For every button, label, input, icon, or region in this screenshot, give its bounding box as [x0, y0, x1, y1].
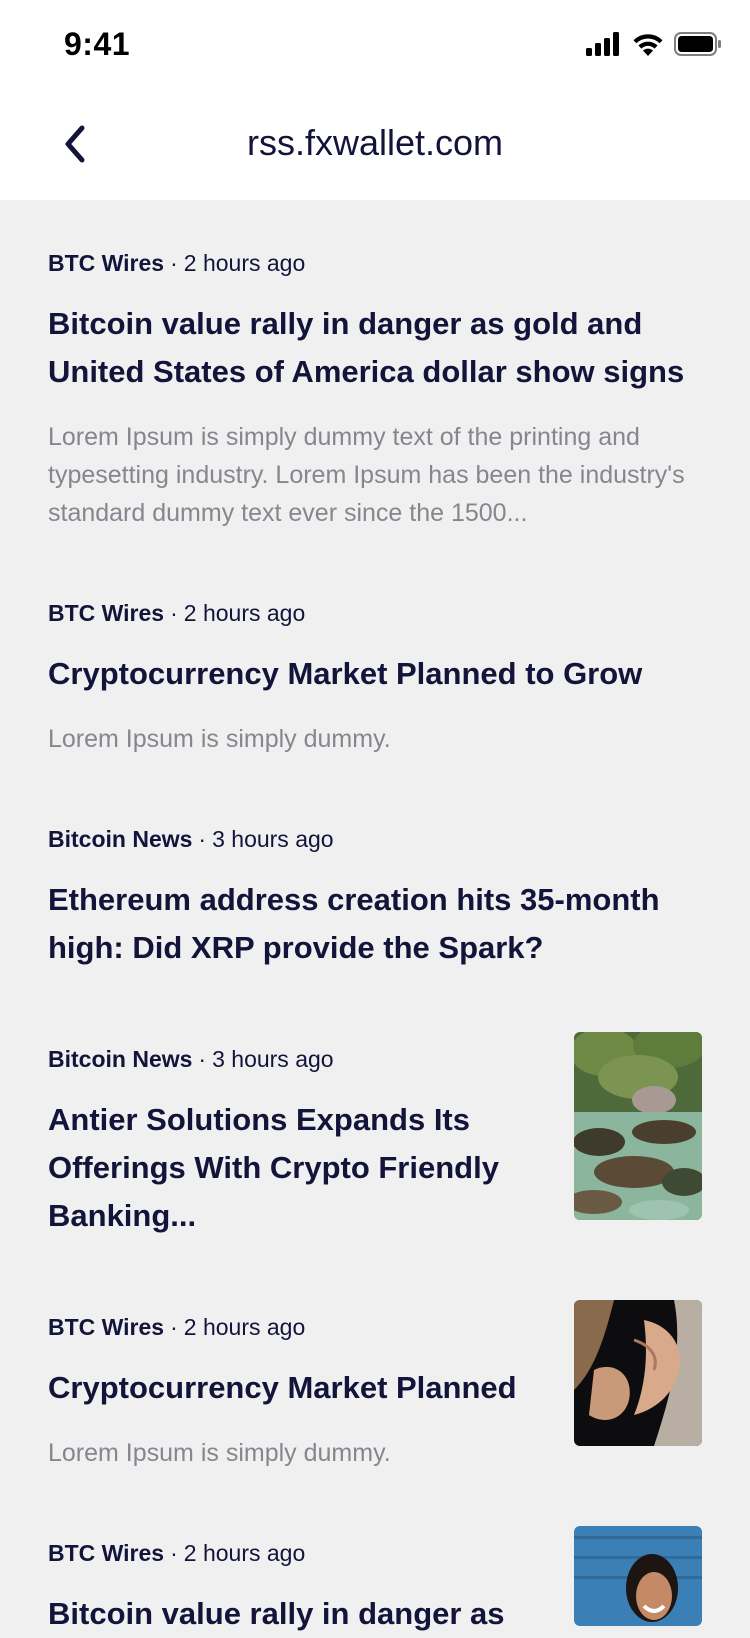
article-thumbnail — [574, 1526, 702, 1626]
article-source: Bitcoin News — [48, 1046, 193, 1072]
status-time: 9:41 — [64, 26, 131, 62]
article-source: BTC Wires — [48, 600, 165, 626]
article-time: 3 hours ago — [212, 826, 334, 852]
article-headline: Ethereum address creation hits 35-month … — [48, 882, 660, 965]
article-meta: BTC Wires · 2 hours ago — [48, 248, 702, 278]
page-title: rss.fxwallet.com — [246, 122, 504, 163]
news-item[interactable]: Bitcoin News · 3 hours ago Ethereum addres… — [48, 824, 702, 972]
meta-separator: · — [170, 1314, 178, 1340]
news-item[interactable]: BTC Wires · 2 hours ago Bitcoin value rall… — [48, 1526, 702, 1638]
news-item[interactable]: BTC Wires · 2 hours ago Bitcoin value rall… — [48, 248, 702, 532]
article-meta: Bitcoin News · 3 hours ago — [48, 824, 702, 854]
article-thumbnail — [574, 1032, 702, 1220]
battery-icon — [674, 31, 722, 61]
article-meta: BTC Wires · 2 hours ago — [48, 1312, 548, 1342]
article-time: 2 hours ago — [183, 250, 306, 276]
cellular-signal-icon — [586, 31, 622, 61]
article-time: 2 hours ago — [183, 600, 306, 626]
meta-separator: · — [198, 826, 207, 852]
status-bar: 9:41 — [0, 0, 750, 96]
article-meta: Bitcoin News · 3 hours ago — [48, 1044, 548, 1074]
article-summary: Lorem Ipsum is simply dummy. — [48, 725, 391, 753]
news-item[interactable]: BTC Wires · 2 hours ago Cryptocurrency Mar… — [48, 598, 702, 758]
article-summary: Lorem Ipsum is simply dummy. — [48, 1439, 391, 1467]
meta-separator: · — [198, 1046, 207, 1072]
status-icons — [586, 30, 722, 62]
article-headline: Bitcoin value rally in danger as gold an… — [48, 306, 685, 389]
article-thumbnail — [574, 1300, 702, 1446]
article-headline: Antier Solutions Expands Its Offerings W… — [48, 1102, 499, 1233]
article-source: Bitcoin News — [48, 826, 193, 852]
article-meta: BTC Wires · 2 hours ago — [48, 598, 702, 628]
article-summary: Lorem Ipsum is simply dummy text of the … — [48, 423, 685, 527]
nav-bar: rss.fxwallet.com — [0, 96, 750, 200]
meta-separator: · — [170, 250, 178, 276]
article-time: 2 hours ago — [183, 1540, 306, 1566]
meta-separator: · — [170, 600, 178, 626]
news-item[interactable]: Bitcoin News · 3 hours ago Antier Solution… — [48, 1032, 702, 1240]
article-time: 3 hours ago — [212, 1046, 334, 1072]
article-headline: Bitcoin value rally in danger as — [48, 1596, 505, 1631]
meta-separator: · — [170, 1540, 178, 1566]
news-item[interactable]: BTC Wires · 2 hours ago Cryptocurrency Mar… — [48, 1300, 702, 1472]
article-headline: Cryptocurrency Market Planned to Grow — [48, 656, 643, 691]
article-source: BTC Wires — [48, 1314, 165, 1340]
article-source: BTC Wires — [48, 1540, 165, 1566]
article-time: 2 hours ago — [183, 1314, 306, 1340]
article-meta: BTC Wires · 2 hours ago — [48, 1538, 548, 1568]
wifi-icon — [632, 32, 664, 61]
article-headline: Cryptocurrency Market Planned — [48, 1370, 517, 1405]
article-source: BTC Wires — [48, 250, 165, 276]
